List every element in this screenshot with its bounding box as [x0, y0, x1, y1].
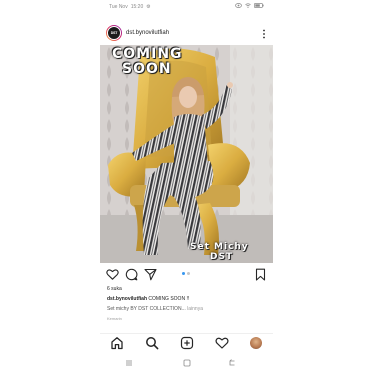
status-left: Tue Nov 15:20 ⚙: [109, 4, 151, 10]
bookmark-icon[interactable]: [254, 268, 267, 281]
system-nav-bar: [100, 355, 273, 371]
overlay-title-line1: COMING: [112, 46, 183, 62]
post-username[interactable]: dst.bynovilutfiah: [126, 30, 169, 36]
add-post-icon[interactable]: [180, 336, 194, 350]
search-icon[interactable]: [145, 336, 159, 350]
caption: dst.bynovilutfiah COMING SOON !!: [107, 296, 189, 302]
bottom-nav: [100, 333, 273, 352]
eye-icon: [235, 3, 242, 8]
carousel-dot: [187, 272, 190, 275]
overlay-title-line2: SOON: [122, 61, 172, 77]
avatar-label: DST: [107, 26, 121, 40]
post-media[interactable]: COMING SOON Set Michy DST: [100, 45, 273, 263]
send-icon[interactable]: [144, 268, 157, 281]
caption-continued: Set michy BY DST COLLECTION... lainnya: [107, 306, 203, 312]
carousel-dot: [182, 272, 185, 275]
menu-icon[interactable]: [124, 358, 134, 368]
comment-icon[interactable]: [125, 268, 138, 281]
back-icon[interactable]: [227, 358, 237, 368]
overlay-caption-line2: DST: [210, 252, 234, 262]
post-timestamp: Kemarin: [107, 316, 122, 321]
battery-icon: [254, 3, 264, 8]
caption-text-line2: Set michy BY DST COLLECTION...: [107, 306, 186, 312]
profile-avatar[interactable]: [250, 337, 262, 349]
settings-icon: ⚙: [146, 4, 151, 10]
more-vertical-icon[interactable]: [260, 28, 268, 40]
wifi-icon: [245, 3, 251, 8]
caption-username[interactable]: dst.bynovilutfiah: [107, 296, 147, 302]
phone-screen: Tue Nov 15:20 ⚙ DST dst.bynovilutfiah CO…: [100, 0, 273, 373]
status-time: 15:20: [130, 4, 144, 10]
activity-heart-icon[interactable]: [215, 336, 229, 350]
overlay-title: COMING SOON: [112, 47, 183, 77]
status-date: Tue Nov: [109, 4, 128, 10]
carousel-indicator: [182, 272, 190, 275]
post-photo: [100, 45, 273, 263]
home-button-icon[interactable]: [182, 358, 192, 368]
heart-icon[interactable]: [106, 268, 119, 281]
status-bar: Tue Nov 15:20 ⚙: [100, 0, 273, 14]
post-actions: [100, 265, 273, 283]
overlay-caption: Set Michy DST: [190, 242, 249, 262]
caption-text: COMING SOON !!: [148, 296, 190, 302]
status-right: [235, 3, 264, 8]
more-link[interactable]: lainnya: [187, 306, 203, 312]
likes-count[interactable]: 6 suka: [107, 286, 122, 292]
home-icon[interactable]: [110, 336, 124, 350]
post-header: DST dst.bynovilutfiah: [100, 23, 273, 45]
avatar[interactable]: DST: [106, 25, 122, 41]
overlay-caption-line1: Set Michy: [190, 242, 249, 252]
